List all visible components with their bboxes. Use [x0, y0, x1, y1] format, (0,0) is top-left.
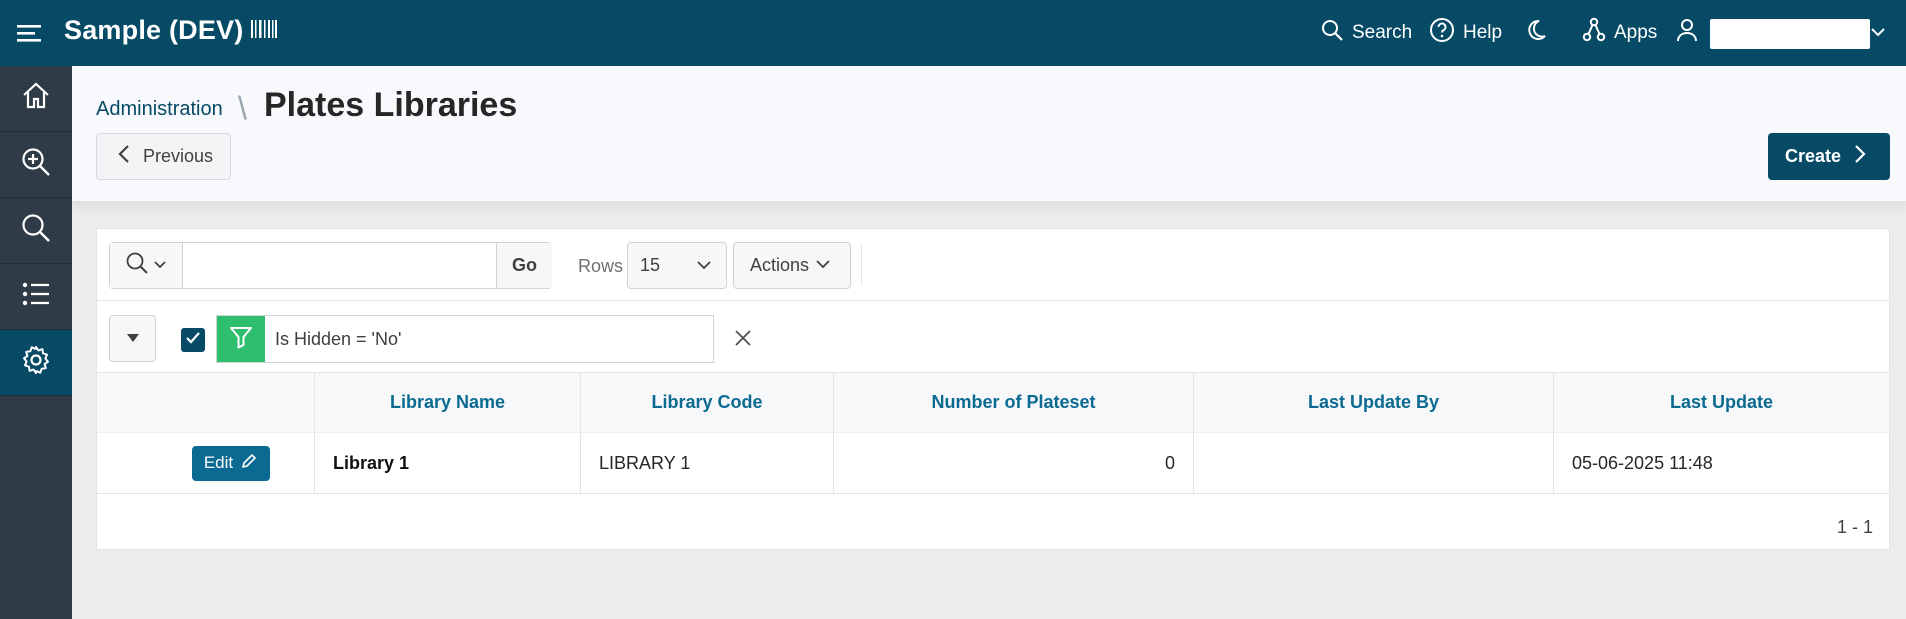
column-header-library-code[interactable]: Library Code [581, 373, 834, 432]
row-actions-cell: Edit [97, 433, 315, 493]
rows-label: Rows [578, 256, 624, 276]
header-apps-label: Apps [1614, 22, 1658, 43]
search-column-selector[interactable] [110, 243, 183, 288]
pencil-icon [233, 453, 257, 474]
cell-library-name: Library 1 [315, 433, 581, 493]
edit-label: Edit [203, 453, 234, 472]
search-icon [125, 251, 149, 280]
column-header-actions [97, 373, 315, 432]
report-search-group: Go [109, 242, 552, 289]
cell-library-code: LIBRARY 1 [581, 433, 834, 493]
app-title-text: Sample (DEV) [64, 15, 244, 45]
sidebar-item-search[interactable] [0, 198, 72, 264]
breadcrumb-link[interactable]: Administration [96, 98, 223, 121]
user-name-box[interactable] [1710, 19, 1870, 49]
help-icon [1429, 17, 1463, 49]
pagination-info: 1 - 1 [1836, 517, 1873, 537]
breadcrumb-separator: \ [238, 90, 247, 126]
cell-last-update-by [1194, 433, 1554, 493]
page-title: Plates Libraries [264, 86, 518, 124]
list-icon [20, 278, 52, 315]
search-icon [1320, 18, 1352, 48]
actions-label: Actions [750, 255, 810, 275]
filter-text: Is Hidden = 'No' [275, 329, 402, 349]
sidebar-item-administration[interactable] [0, 330, 72, 396]
report-search-input[interactable] [184, 243, 484, 288]
chevron-left-icon [117, 144, 143, 169]
search-icon [20, 212, 52, 249]
apps-icon [1582, 17, 1614, 49]
close-icon[interactable] [733, 328, 753, 353]
filter-icon [228, 324, 254, 355]
user-icon [1676, 18, 1706, 48]
caret-down-icon [126, 330, 140, 348]
chevron-down-icon[interactable] [1868, 22, 1888, 47]
barcode-icon [251, 16, 278, 47]
column-header-library-name[interactable]: Library Name [315, 373, 581, 432]
rows-value: 15 [640, 255, 661, 275]
create-label: Create [1785, 146, 1842, 166]
app-title[interactable]: Sample (DEV) [64, 15, 278, 47]
header-search-button[interactable]: Search [1320, 17, 1412, 49]
column-header-last-update[interactable]: Last Update [1554, 373, 1889, 432]
header-help-button[interactable]: Help [1429, 17, 1502, 49]
header-apps-button[interactable]: Apps [1582, 17, 1657, 49]
sidebar-item-zoom[interactable] [0, 132, 72, 198]
sidebar-item-home[interactable] [0, 66, 72, 132]
actions-menu-button[interactable]: Actions [733, 242, 851, 289]
previous-button[interactable]: Previous [96, 133, 231, 180]
filter-enabled-checkbox[interactable] [181, 328, 205, 352]
filter-icon-box [217, 316, 265, 362]
filter-pill[interactable]: Is Hidden = 'No' [216, 315, 714, 363]
grid-header-row: Library Name Library Code Number of Plat… [97, 373, 1889, 433]
user-menu-icon-wrap[interactable] [1676, 17, 1706, 49]
cell-last-update: 05-06-2025 11:48 [1572, 452, 1713, 473]
header-search-label: Search [1352, 22, 1413, 43]
chevron-down-icon [153, 257, 167, 275]
dark-mode-toggle[interactable] [1524, 17, 1556, 49]
previous-label: Previous [143, 146, 214, 166]
collapse-filters-button[interactable] [109, 315, 156, 362]
moon-icon [1524, 18, 1556, 48]
edit-button[interactable]: Edit [191, 445, 270, 481]
column-header-last-update-by[interactable]: Last Update By [1194, 373, 1554, 432]
column-header-number-of-plateset[interactable]: Number of Plateset [834, 373, 1194, 432]
report-region: Go Rows 15 Actions Is Hidden = 'No' Libr… [96, 228, 1890, 550]
chevron-down-icon [809, 255, 831, 276]
report-toolbar: Go Rows 15 Actions [97, 229, 1889, 301]
sidebar-item-list[interactable] [0, 264, 72, 330]
table-row: Edit Library 1 LIBRARY 1 0 05-06-2025 11… [97, 433, 1889, 494]
side-nav [0, 66, 72, 619]
top-header: Sample (DEV) Search Help Apps [0, 0, 1906, 66]
toolbar-divider [861, 244, 862, 286]
filter-bar: Is Hidden = 'No' [97, 301, 1889, 373]
home-icon [20, 80, 52, 117]
check-icon [185, 331, 201, 350]
go-button[interactable]: Go [496, 243, 552, 288]
chevron-down-icon [697, 261, 711, 270]
gear-icon [20, 344, 52, 381]
create-button[interactable]: Create [1768, 133, 1890, 180]
header-help-label: Help [1463, 22, 1503, 43]
chevron-right-icon [1841, 144, 1867, 169]
rows-per-page-select[interactable]: 15 [627, 242, 727, 289]
zoom-in-icon [20, 146, 52, 183]
cell-number-of-plateset: 0 [834, 433, 1194, 493]
menu-icon[interactable] [16, 20, 44, 46]
